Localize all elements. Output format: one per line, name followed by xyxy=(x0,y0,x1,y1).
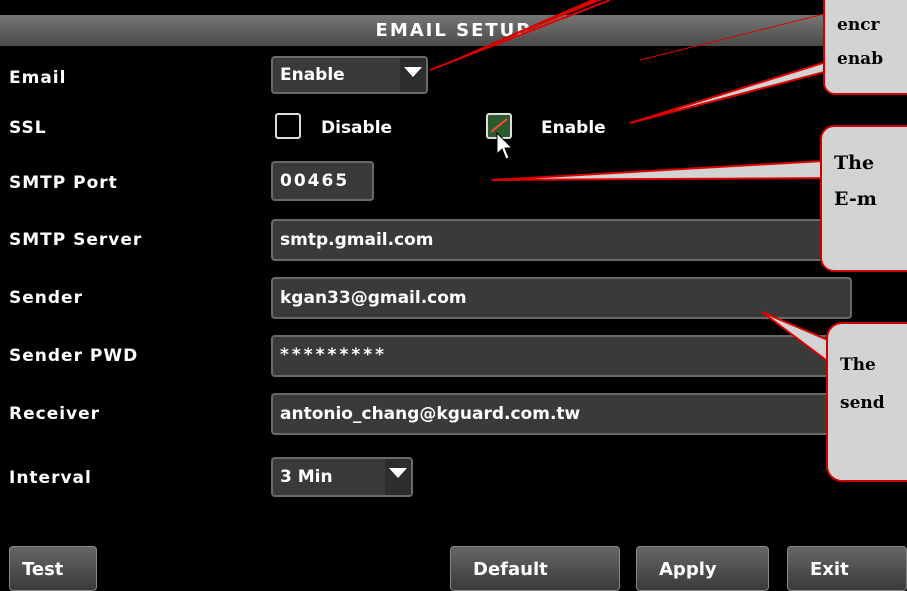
callout-pointer-port xyxy=(491,158,841,181)
callout-middle-line1: The xyxy=(834,152,875,174)
email-setup-screen: EMAIL SETUP Email Enable SSL Disable Ena… xyxy=(0,0,907,591)
callout-middle-line2: E-m xyxy=(834,188,877,210)
callout-top-line2: enab xyxy=(837,49,884,69)
callout-top-line1: encr xyxy=(837,15,880,35)
callout-middle: The E-m xyxy=(820,125,907,272)
callout-bottom: The send xyxy=(826,322,907,482)
callout-bottom-line1: The xyxy=(840,355,876,375)
callout-top: encr enab xyxy=(823,0,907,95)
callout-pointers xyxy=(429,0,873,374)
callout-bottom-line2: send xyxy=(840,393,885,413)
